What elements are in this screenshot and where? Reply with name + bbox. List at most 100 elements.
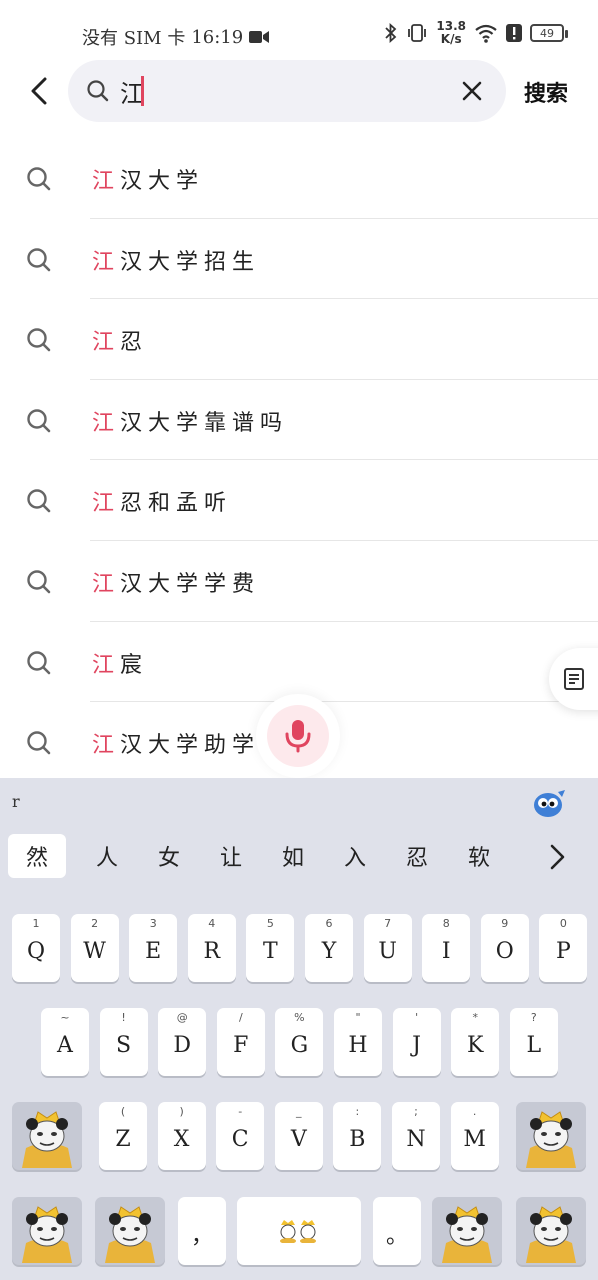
key-u[interactable]: 7U — [363, 914, 412, 982]
net-speed: 13.8 K/s — [436, 20, 466, 46]
key-q[interactable]: 1Q — [12, 914, 60, 982]
suggestion-rest: 汉大学学费 — [120, 571, 261, 597]
suggestion-item[interactable]: 江忍 — [0, 299, 598, 380]
candidate-word[interactable]: 人 — [76, 834, 138, 878]
key-a[interactable]: ~ A — [41, 1008, 89, 1076]
suggestion-rest: 汉大学靠谱吗 — [120, 410, 289, 436]
search-icon — [26, 650, 52, 680]
search-box[interactable] — [68, 60, 506, 122]
search-icon — [26, 166, 52, 196]
key-e[interactable]: 3E — [129, 914, 178, 982]
candidate-word[interactable]: 如 — [262, 834, 324, 878]
key-z[interactable]: (Z — [99, 1102, 147, 1170]
key-m[interactable]: .M — [450, 1102, 499, 1170]
key-secondary-label: ~ — [60, 1011, 70, 1024]
key-d[interactable]: @ D — [158, 1008, 207, 1076]
suggestion-text: 江汉大学 — [92, 163, 204, 195]
candidate-word[interactable]: 让 — [200, 834, 262, 878]
sticker-key[interactable] — [516, 1102, 586, 1170]
key-k[interactable]: * K — [451, 1008, 500, 1076]
ime-mascot-icon[interactable] — [532, 788, 566, 818]
key-label: X — [173, 1126, 190, 1152]
key-label: R — [203, 938, 221, 964]
space-key[interactable] — [237, 1197, 361, 1265]
key-t[interactable]: 5T — [246, 914, 295, 982]
key-b[interactable]: :B — [333, 1102, 382, 1170]
clear-button[interactable] — [458, 77, 486, 105]
suggestion-text: 江忍和孟听 — [92, 485, 232, 517]
suggestion-text: 江汉大学靠谱吗 — [92, 405, 288, 437]
search-input[interactable] — [120, 74, 440, 108]
key-label: F — [233, 1032, 249, 1058]
candidate-word[interactable]: 软 — [448, 834, 510, 878]
key-y[interactable]: 6Y — [305, 914, 353, 982]
key-x[interactable]: ) X — [157, 1102, 206, 1170]
key-secondary-label: " — [355, 1011, 361, 1024]
suggestion-highlight: 江 — [92, 169, 121, 194]
candidate-word[interactable]: 入 — [324, 834, 386, 878]
key-label: M — [463, 1126, 486, 1152]
key-j[interactable]: ' J — [392, 1008, 441, 1076]
composing-text: r — [12, 792, 20, 811]
key-s[interactable]: ! S — [99, 1008, 148, 1076]
suggestion-rest: 宸 — [120, 652, 149, 678]
key-secondary-label: 7 — [384, 917, 392, 930]
key-g[interactable]: % G — [275, 1008, 324, 1076]
key-c[interactable]: -C — [216, 1102, 265, 1170]
key-w[interactable]: 2W — [70, 914, 119, 982]
sticker-key[interactable] — [432, 1197, 502, 1265]
key-secondary-label: : — [355, 1105, 360, 1118]
status-left: 没有 SIM 卡 16:19 — [82, 24, 270, 50]
key-label: N — [406, 1126, 426, 1152]
key-secondary-label: . — [472, 1105, 477, 1118]
chevron-right-icon[interactable] — [544, 842, 570, 872]
key-label: Y — [321, 938, 337, 964]
suggestion-rest: 汉大学 — [120, 169, 205, 194]
key-l[interactable]: ? L — [509, 1008, 558, 1076]
key-secondary-label: 6 — [325, 917, 333, 930]
key-secondary-label: 1 — [32, 917, 40, 930]
key-secondary-label: % — [294, 1011, 305, 1024]
suggestion-item[interactable]: 江宸 — [0, 622, 598, 703]
search-icon — [86, 79, 110, 107]
voice-search-button[interactable] — [256, 694, 340, 778]
suggestion-item[interactable]: 江汉大学靠谱吗 — [0, 380, 598, 461]
key-label: J — [412, 1032, 421, 1058]
suggestion-item[interactable]: 江汉大学学费 — [0, 541, 598, 622]
key-label: Q — [26, 938, 46, 964]
suggestion-highlight: 江 — [92, 571, 121, 597]
sticker-key[interactable] — [516, 1197, 586, 1265]
key-secondary-label: / — [238, 1011, 243, 1024]
period-key[interactable]: 。 — [373, 1197, 421, 1265]
search-button[interactable]: 搜索 — [524, 76, 568, 108]
key-r[interactable]: 4R — [187, 914, 236, 982]
key-h[interactable]: " H — [334, 1008, 382, 1076]
key-label: S — [116, 1032, 132, 1058]
comma-key[interactable]: ， — [178, 1197, 226, 1265]
suggestion-item[interactable]: 江汉大学 — [0, 138, 598, 219]
key-v[interactable]: _ V — [274, 1102, 323, 1170]
sticker-key[interactable] — [95, 1197, 165, 1265]
suggestion-highlight: 江 — [92, 330, 121, 356]
search-icon — [26, 408, 52, 438]
key-secondary-label: ; — [414, 1105, 418, 1118]
mic-circle[interactable] — [267, 705, 329, 767]
suggestion-item[interactable]: 江汉大学招生 — [0, 219, 598, 300]
candidate-word[interactable]: 然 — [8, 834, 66, 878]
key-o[interactable]: 9O — [480, 914, 529, 982]
suggestion-highlight: 江 — [92, 652, 121, 678]
suggestion-text: 江汉大学招生 — [92, 244, 260, 276]
key-label: E — [145, 938, 162, 964]
candidate-word[interactable]: 女 — [138, 834, 200, 878]
key-p[interactable]: 0P — [539, 914, 588, 982]
sticker-key[interactable] — [12, 1197, 82, 1265]
back-button[interactable] — [22, 70, 56, 112]
key-n[interactable]: ; N — [392, 1102, 440, 1170]
key-secondary-label: - — [238, 1105, 243, 1118]
key-i[interactable]: 8I — [422, 914, 471, 982]
sticker-key[interactable] — [12, 1102, 82, 1170]
key-f[interactable]: / F — [216, 1008, 265, 1076]
suggestion-item[interactable]: 江忍和孟听 — [0, 460, 598, 541]
candidate-word[interactable]: 忍 — [386, 834, 448, 878]
suggestion-highlight: 江 — [92, 410, 121, 436]
